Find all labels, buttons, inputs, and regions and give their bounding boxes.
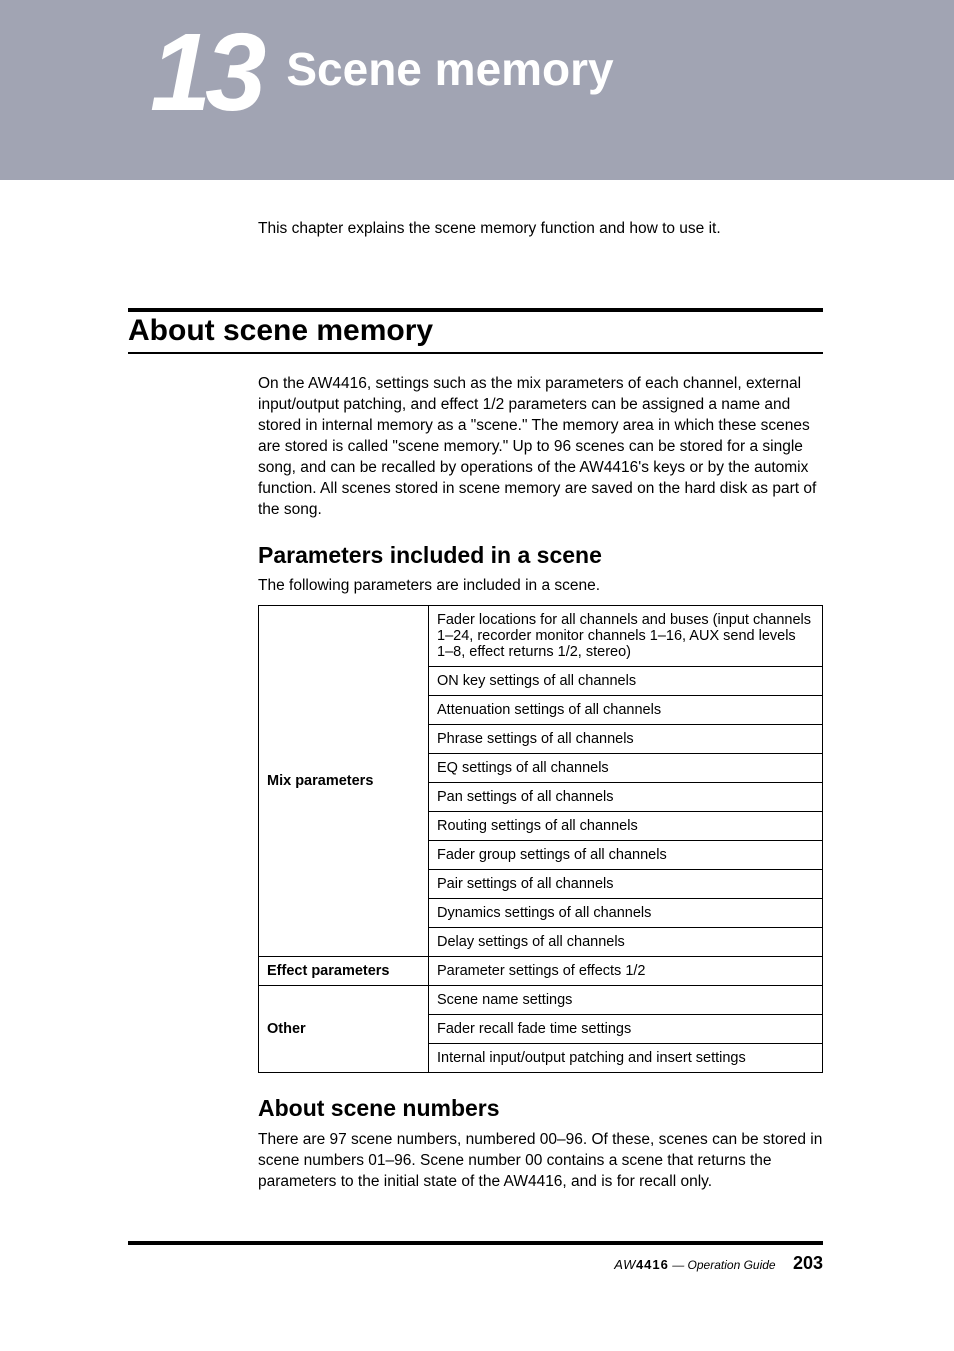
- param-item: Pan settings of all channels: [429, 783, 823, 812]
- subheading-parameters: Parameters included in a scene: [258, 542, 823, 569]
- table-row: Other Scene name settings: [259, 986, 823, 1015]
- param-item: Attenuation settings of all channels: [429, 696, 823, 725]
- about-body: On the AW4416, settings such as the mix …: [258, 374, 823, 520]
- subheading-scene-numbers: About scene numbers: [258, 1095, 823, 1122]
- chapter-title: Scene memory: [286, 42, 613, 96]
- param-item: Fader recall fade time settings: [429, 1015, 823, 1044]
- table-row: Mix parameters Fader locations for all c…: [259, 606, 823, 667]
- param-item: Internal input/output patching and inser…: [429, 1044, 823, 1073]
- parameters-intro: The following parameters are included in…: [258, 577, 823, 595]
- group-name: Mix parameters: [259, 606, 429, 957]
- param-item: Delay settings of all channels: [429, 928, 823, 957]
- param-item: Parameter settings of effects 1/2: [429, 957, 823, 986]
- param-item: Fader locations for all channels and bus…: [429, 606, 823, 667]
- footer-logo-prefix: AW: [614, 1257, 636, 1272]
- param-item: ON key settings of all channels: [429, 667, 823, 696]
- page-number: 203: [793, 1253, 823, 1273]
- group-name: Other: [259, 986, 429, 1073]
- param-item: Fader group settings of all channels: [429, 841, 823, 870]
- page-footer: AW4416 — Operation Guide 203: [128, 1241, 823, 1304]
- intro-text: This chapter explains the scene memory f…: [258, 220, 818, 238]
- table-row: Effect parameters Parameter settings of …: [259, 957, 823, 986]
- footer-logo-model: 4416: [636, 1257, 669, 1272]
- param-item: EQ settings of all channels: [429, 754, 823, 783]
- param-item: Routing settings of all channels: [429, 812, 823, 841]
- param-item: Dynamics settings of all channels: [429, 899, 823, 928]
- parameters-table: Mix parameters Fader locations for all c…: [258, 605, 823, 1073]
- param-item: Phrase settings of all channels: [429, 725, 823, 754]
- group-name: Effect parameters: [259, 957, 429, 986]
- param-item: Pair settings of all channels: [429, 870, 823, 899]
- chapter-number: 13: [150, 18, 260, 128]
- footer-guide: — Operation Guide: [669, 1258, 776, 1272]
- param-item: Scene name settings: [429, 986, 823, 1015]
- chapter-banner: 13 Scene memory: [0, 0, 954, 180]
- section-heading-about: About scene memory: [128, 308, 823, 354]
- page: 13 Scene memory This chapter explains th…: [0, 0, 954, 1304]
- scene-numbers-body: There are 97 scene numbers, numbered 00–…: [258, 1130, 823, 1193]
